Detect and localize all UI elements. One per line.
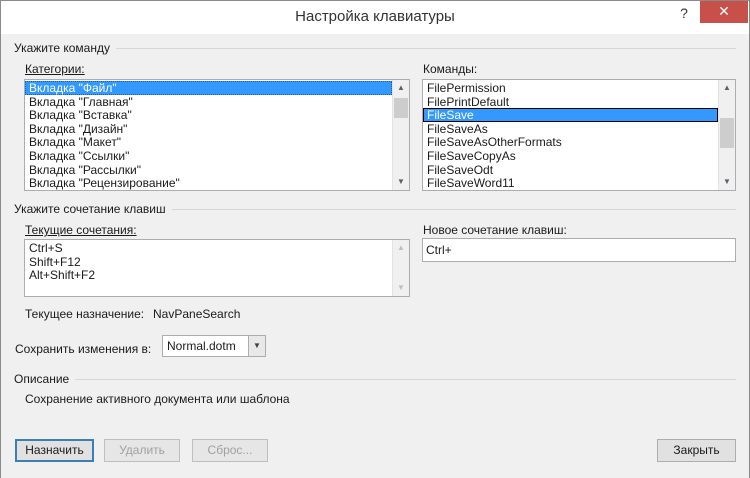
commands-label-text: Команды: <box>423 62 478 76</box>
commands-listbox[interactable]: FilePermission FilePrintDefault FileSave Fi… <box>422 79 736 191</box>
title-bar: Настройка клавиатуры ? ✕ <box>1 1 749 34</box>
category-list-item[interactable]: Вкладка "Вставка" <box>25 108 392 122</box>
current-keys-listbox[interactable]: Ctrl+S Shift+F12 Alt+Shift+F2 ▲ ▼ <box>24 239 410 297</box>
shortcut-section-header: Укажите сочетание клавиш <box>14 202 736 216</box>
command-section-title: Укажите команду <box>14 41 110 55</box>
commands-label: Команды: <box>423 62 477 76</box>
shortcut-list-item[interactable]: Ctrl+S <box>25 241 392 254</box>
category-list-item[interactable]: Вкладка "Макет" <box>25 135 392 149</box>
command-section-header: Укажите команду <box>14 41 736 55</box>
new-shortcut-label: Новое сочетание клавиш: <box>423 223 567 237</box>
scroll-down-arrow-icon[interactable]: ▼ <box>393 174 409 190</box>
save-in-label: Сохранить изменения в: <box>15 342 152 356</box>
category-list-item[interactable]: Вкладка "Рассылки" <box>25 163 392 176</box>
category-list-item[interactable]: Вкладка "Ссылки" <box>25 149 392 162</box>
new-shortcut-label-text: Новое сочетание клавиш: <box>423 223 567 237</box>
scroll-down-arrow-icon: ▼ <box>397 283 405 292</box>
description-section-title: Описание <box>14 372 70 386</box>
categories-listbox[interactable]: Вкладка "Файл" Вкладка "Главная" Вкладка "… <box>24 79 410 191</box>
category-list-item[interactable]: Вкладка "Дизайн" <box>25 122 392 135</box>
keyboard-customize-dialog: Настройка клавиатуры ? ✕ Укажите команду… <box>0 0 750 478</box>
scroll-down-arrow-icon[interactable]: ▼ <box>719 174 735 190</box>
description-text: Сохранение активного документа или шабло… <box>25 392 290 406</box>
commands-scrollbar[interactable]: ▲ ▼ <box>718 80 735 190</box>
command-list-item[interactable]: FileSaveOdt <box>423 163 718 176</box>
command-list-item[interactable]: FileSaveWord11 <box>423 176 718 190</box>
current-assignment-value: NavPaneSearch <box>153 307 241 321</box>
command-list-item[interactable]: FileSave <box>423 108 718 122</box>
description-section-header: Описание <box>14 372 736 386</box>
dialog-title: Настройка клавиатуры <box>295 8 455 25</box>
close-button[interactable]: Закрыть <box>657 439 736 462</box>
categories-rows: Вкладка "Файл" Вкладка "Главная" Вкладка "… <box>25 80 392 190</box>
assign-button[interactable]: Назначить <box>15 439 94 462</box>
scroll-thumb[interactable] <box>394 98 408 118</box>
command-list-item[interactable]: FileSaveAs <box>423 122 718 135</box>
category-list-item[interactable]: Вкладка "Файл" <box>25 81 392 95</box>
dialog-body: Укажите команду Категории: Вкладка "Файл… <box>1 34 749 478</box>
categories-label: Категории: <box>25 62 85 76</box>
chevron-down-icon[interactable]: ▼ <box>248 336 265 356</box>
help-icon[interactable]: ? <box>675 3 693 23</box>
current-keys-rows: Ctrl+S Shift+F12 Alt+Shift+F2 <box>25 240 392 296</box>
scroll-up-arrow-icon[interactable]: ▲ <box>393 80 409 96</box>
shortcut-section-title: Укажите сочетание клавиш <box>14 202 166 216</box>
save-in-value: Normal.dotm <box>167 339 236 353</box>
current-keys-scrollbar: ▲ ▼ <box>392 240 409 296</box>
command-list-item[interactable]: FilePermission <box>423 81 718 94</box>
section-divider <box>115 47 736 49</box>
categories-label-text: Категории: <box>25 62 85 76</box>
scroll-thumb[interactable] <box>720 118 734 148</box>
close-window-button[interactable]: ✕ <box>700 1 748 23</box>
remove-button[interactable]: Удалить <box>104 439 180 462</box>
scroll-up-arrow-icon[interactable]: ▲ <box>719 80 735 96</box>
command-list-item[interactable]: FileSaveCopyAs <box>423 149 718 162</box>
section-divider <box>75 378 736 380</box>
scroll-up-arrow-icon: ▲ <box>397 243 405 252</box>
current-keys-label: Текущие сочетания: <box>25 223 137 237</box>
command-list-item[interactable]: FilePrintDefault <box>423 95 718 108</box>
categories-scrollbar[interactable]: ▲ ▼ <box>392 80 409 190</box>
commands-rows: FilePermission FilePrintDefault FileSave Fi… <box>423 80 718 190</box>
reset-button[interactable]: Сброс... <box>192 439 268 462</box>
new-shortcut-input[interactable]: Ctrl+ <box>422 238 736 262</box>
command-list-item[interactable]: FileSaveAsOtherFormats <box>423 135 718 149</box>
current-assignment-label: Текущее назначение: <box>25 307 145 321</box>
current-keys-label-text: Текущие сочетания: <box>25 223 137 237</box>
shortcut-list-item[interactable]: Alt+Shift+F2 <box>25 268 392 282</box>
category-list-item[interactable]: Вкладка "Рецензирование" <box>25 176 392 190</box>
section-divider <box>171 208 736 210</box>
save-in-select[interactable]: Normal.dotm ▼ <box>162 335 266 357</box>
shortcut-list-item[interactable]: Shift+F12 <box>25 255 392 268</box>
category-list-item[interactable]: Вкладка "Главная" <box>25 95 392 108</box>
